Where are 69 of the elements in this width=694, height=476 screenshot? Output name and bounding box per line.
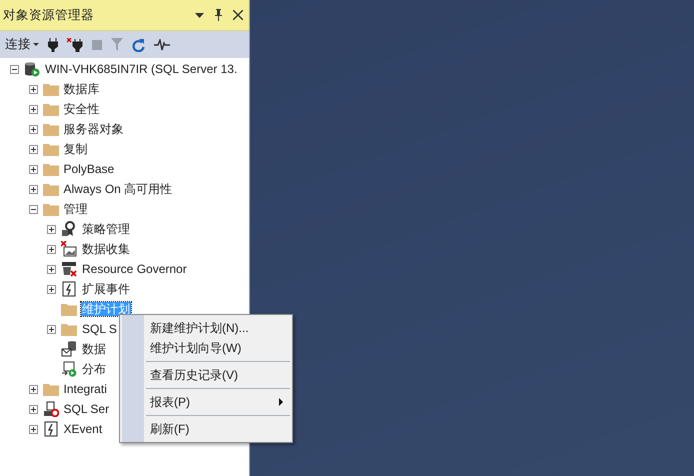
- expand-toggle[interactable]: [28, 164, 38, 174]
- refresh-icon[interactable]: [132, 38, 145, 52]
- connect-button[interactable]: 连接: [5, 36, 39, 53]
- tree-item[interactable]: 数据: [81, 342, 107, 356]
- expand-toggle[interactable]: [47, 224, 56, 234]
- tree-item[interactable]: SQL S: [81, 322, 118, 336]
- tree-item[interactable]: Always On 高可用性: [62, 182, 174, 196]
- folder-icon: [42, 102, 58, 116]
- database-mail-icon: [61, 341, 77, 357]
- menu-item[interactable]: 查看历史记录(V): [120, 365, 292, 385]
- lightning-page-icon: [44, 421, 58, 437]
- tree-item[interactable]: 扩展事件: [81, 282, 131, 296]
- folder-icon: [42, 82, 58, 96]
- tree-item[interactable]: 管理: [62, 202, 88, 216]
- folder-icon: [42, 382, 58, 396]
- menu-item[interactable]: 报表(P): [120, 392, 292, 412]
- expand-toggle[interactable]: [28, 404, 38, 414]
- expand-toggle[interactable]: [28, 144, 38, 154]
- submenu-arrow-icon: [279, 398, 283, 406]
- disconnect-icon[interactable]: [67, 38, 83, 52]
- expand-toggle[interactable]: [28, 104, 38, 114]
- activity-icon[interactable]: [154, 38, 170, 50]
- plug-icon[interactable]: [48, 38, 58, 52]
- menu-item[interactable]: 刷新(F): [120, 419, 292, 439]
- folder-icon: [61, 302, 77, 316]
- policy-icon: [61, 221, 77, 237]
- close-icon[interactable]: [233, 10, 243, 20]
- menu-item[interactable]: 维护计划向导(W): [120, 338, 292, 358]
- folder-icon: [42, 162, 58, 176]
- tree-item[interactable]: Integrati: [62, 382, 108, 396]
- collapse-toggle[interactable]: [28, 204, 38, 214]
- tree-item[interactable]: 分布: [81, 362, 107, 376]
- lightning-page-icon: [62, 281, 76, 297]
- tree-item[interactable]: WIN-VHK685IN7IR (SQL Server 13.: [44, 62, 238, 76]
- pin-icon[interactable]: [214, 9, 223, 21]
- tree-item[interactable]: 服务器对象: [62, 122, 124, 136]
- menu-item[interactable]: 新建维护计划(N)...: [120, 318, 292, 338]
- tree-item[interactable]: Resource Governor: [81, 262, 188, 276]
- expand-toggle[interactable]: [47, 244, 56, 254]
- expand-toggle[interactable]: [28, 184, 38, 194]
- resource-governor-icon: [61, 261, 77, 277]
- data-collection-icon: [61, 241, 77, 257]
- expand-toggle[interactable]: [28, 384, 38, 394]
- tree-item[interactable]: 数据库: [62, 82, 100, 96]
- tree-item[interactable]: 复制: [62, 142, 88, 156]
- expand-toggle[interactable]: [47, 264, 56, 274]
- collapse-toggle[interactable]: [10, 64, 19, 74]
- folder-icon: [42, 122, 58, 136]
- folder-icon: [42, 202, 58, 216]
- database-server-icon: [24, 61, 40, 77]
- folder-icon: [42, 142, 58, 156]
- tree-item[interactable]: XEvent: [62, 422, 104, 436]
- agent-icon: [42, 401, 58, 417]
- expand-toggle[interactable]: [28, 124, 38, 134]
- folder-icon: [42, 182, 58, 196]
- expand-toggle[interactable]: [47, 284, 56, 294]
- caret-icon: [33, 43, 39, 46]
- tree-item[interactable]: 安全性: [62, 102, 100, 116]
- distributed-icon: [61, 361, 77, 377]
- panel-title: 对象资源管理器: [3, 6, 95, 24]
- tree-item[interactable]: PolyBase: [62, 162, 116, 176]
- tree-item[interactable]: 数据收集: [81, 242, 131, 256]
- tree-item[interactable]: 策略管理: [81, 222, 131, 236]
- folder-icon: [61, 322, 77, 336]
- expand-toggle[interactable]: [28, 424, 38, 434]
- dropdown-icon[interactable]: [195, 12, 204, 18]
- tree-item[interactable]: SQL Ser: [62, 402, 110, 416]
- expand-toggle[interactable]: [47, 324, 56, 334]
- expand-toggle[interactable]: [28, 84, 38, 94]
